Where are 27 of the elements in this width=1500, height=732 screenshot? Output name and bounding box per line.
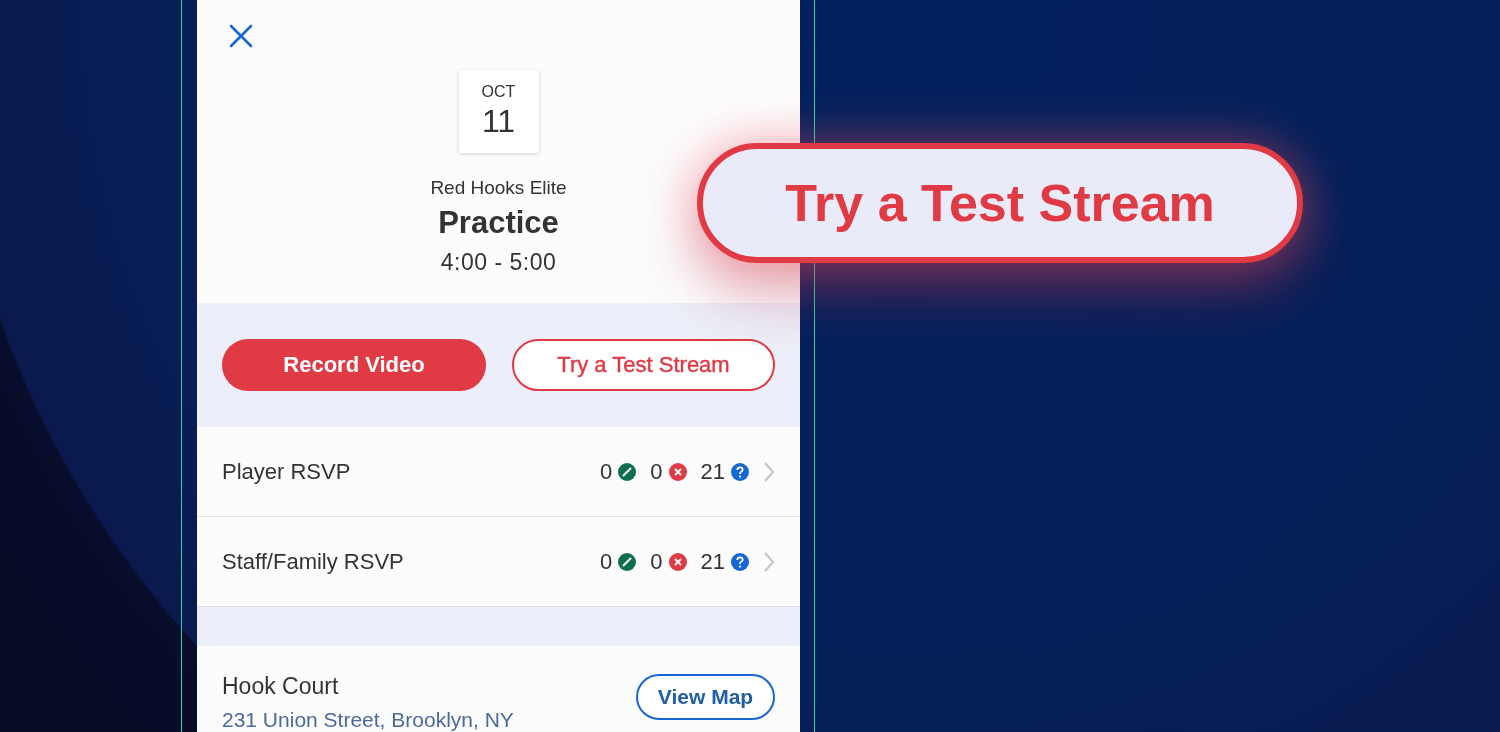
rsvp-label: Player RSVP [222,458,351,485]
team-name: Red Hooks Elite [430,177,567,199]
chevron-icon [763,550,775,573]
close-icon[interactable] [228,23,254,49]
going-icon [618,462,637,481]
record-video-button[interactable]: Record Video [222,338,486,391]
event-time: 4:00 - 5:00 [440,249,557,276]
rsvp-count: 0 [600,548,613,575]
question-icon [731,462,749,481]
test-stream-button[interactable]: Try a Test Stream [512,338,775,391]
location-address: 231 Union Street, Brooklyn, NY [222,708,514,732]
question-icon [731,552,749,571]
rsvp-count: 21 [700,458,725,485]
rsvp-count: 0 [600,458,613,485]
chevron-icon [763,460,775,483]
going-icon [618,552,637,571]
declined-icon [668,462,687,481]
rsvp-label: Staff/Family RSVP [222,548,404,575]
event-title: Practice [438,205,559,241]
view-map-button[interactable]: View Map [636,674,775,720]
rsvp-count: 0 [650,548,663,575]
event-month: OCT [481,83,516,101]
rsvp-count: 0 [650,458,663,485]
location-name: Hook Court [222,673,340,700]
declined-icon [668,552,687,571]
rsvp-count: 21 [700,548,725,575]
event-day: 11 [481,103,516,140]
